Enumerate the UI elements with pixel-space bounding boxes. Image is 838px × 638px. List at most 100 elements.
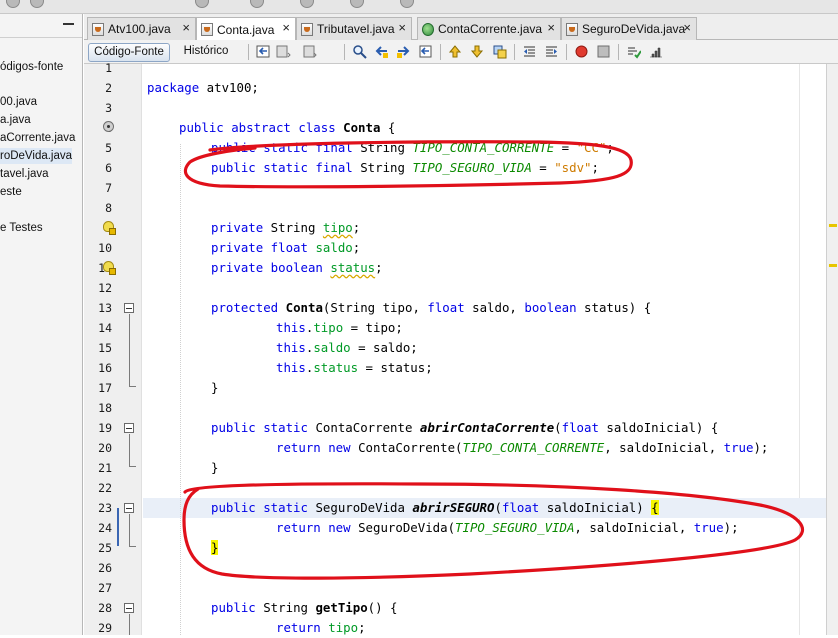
hint-bulb-icon[interactable] <box>103 221 116 235</box>
code-line-15: this.saldo = saldo; <box>276 340 418 355</box>
toolbar-button-icon[interactable] <box>6 0 20 8</box>
close-icon[interactable]: × <box>182 20 190 35</box>
tree-item-test-packages[interactable]: e Testes <box>0 220 43 236</box>
line-number: 12 <box>98 281 112 295</box>
line-number: 21 <box>98 461 112 475</box>
java-file-icon <box>301 22 313 36</box>
line-number: 26 <box>98 561 112 575</box>
tree-item-file-selected[interactable]: roDeVida.java <box>0 148 72 164</box>
shift-left-icon[interactable] <box>522 44 537 59</box>
line-chart-icon[interactable] <box>648 44 663 59</box>
code-line-24: return new SeguroDeVida(TIPO_SEGURO_VIDA… <box>276 520 739 535</box>
close-icon[interactable]: × <box>547 20 555 35</box>
toolbar-button-icon[interactable] <box>195 0 209 8</box>
toolbar-separator <box>618 44 619 60</box>
tree-item-file[interactable]: 00.java <box>0 94 37 110</box>
warning-mark[interactable] <box>829 264 837 267</box>
tree-item-file[interactable]: este <box>0 184 22 200</box>
project-panel-header <box>0 14 82 38</box>
code-editor[interactable]: package atv100; public abstract class Co… <box>143 64 826 635</box>
find-next-icon[interactable] <box>396 44 411 59</box>
code-line-16: this.status = status; <box>276 360 433 375</box>
tab-conta[interactable]: Conta.java × <box>196 17 296 41</box>
check-spelling-icon[interactable] <box>626 44 641 59</box>
toolbar-separator <box>566 44 567 60</box>
toolbar-button-icon[interactable] <box>400 0 414 8</box>
tab-label: SeguroDeVida.java <box>582 22 686 36</box>
toolbar-separator <box>440 44 441 60</box>
error-stripe[interactable] <box>826 64 838 635</box>
tab-tributavel[interactable]: Tributavel.java × <box>296 17 412 40</box>
fold-end <box>129 466 136 467</box>
fold-toggle-icon[interactable] <box>124 303 134 313</box>
right-margin-line <box>799 64 800 635</box>
history-view-button[interactable]: Histórico <box>176 43 236 62</box>
fold-toggle-icon[interactable] <box>124 503 134 513</box>
java-file-icon <box>201 23 213 36</box>
tree-item-file[interactable]: aCorrente.java <box>0 130 75 146</box>
line-number: 7 <box>105 181 112 195</box>
tab-label: ContaCorrente.java <box>438 22 543 36</box>
line-number-gutter: 1234567891011121314151617181920212223242… <box>84 61 142 635</box>
back-icon[interactable] <box>276 44 291 59</box>
line-number: 15 <box>98 341 112 355</box>
line-number: 2 <box>105 81 112 95</box>
toggle-highlight-icon[interactable] <box>418 44 433 59</box>
code-line-9: private String tipo; <box>211 220 361 235</box>
line-number: 1 <box>105 61 112 75</box>
tab-segurodevida[interactable]: SeguroDeVida.java × <box>561 17 697 40</box>
tree-item-source-packages[interactable]: ódigos-fonte <box>0 59 63 75</box>
tree-item-file[interactable]: tavel.java <box>0 166 49 182</box>
code-line-2: package atv100; <box>147 80 259 95</box>
shift-right-icon[interactable] <box>544 44 559 59</box>
toolbar-button-icon[interactable] <box>250 0 264 8</box>
override-icon[interactable] <box>103 121 114 132</box>
toolbar-button-icon[interactable] <box>30 0 44 8</box>
toggle-bookmark-icon[interactable] <box>492 44 507 59</box>
start-macro-icon[interactable] <box>574 44 589 59</box>
toolbar-button-icon[interactable] <box>300 0 314 8</box>
tab-contacorrente[interactable]: ContaCorrente.java × <box>417 17 561 40</box>
forward-icon[interactable] <box>302 44 317 59</box>
line-number: 27 <box>98 581 112 595</box>
close-icon[interactable]: × <box>398 20 406 35</box>
editor-tab-bar: Atv100.java × Conta.java × Tributavel.ja… <box>84 14 838 41</box>
toolbar-button-icon[interactable] <box>350 0 364 8</box>
java-file-icon <box>566 22 578 36</box>
next-bookmark-icon[interactable] <box>470 44 485 59</box>
fold-toggle-icon[interactable] <box>124 603 134 613</box>
code-line-29: return tipo; <box>276 620 366 635</box>
toolbar-separator <box>514 44 515 60</box>
last-edit-icon[interactable] <box>256 44 271 59</box>
tab-atv100[interactable]: Atv100.java × <box>87 17 196 40</box>
code-line-23: public static SeguroDeVida abrirSEGURO(f… <box>211 500 659 515</box>
line-number: 13 <box>98 301 112 315</box>
previous-bookmark-icon[interactable] <box>448 44 463 59</box>
line-number: 10 <box>98 241 112 255</box>
project-tree-panel: ódigos-fonte 00.java a.java aCorrente.ja… <box>0 14 83 635</box>
line-number: 6 <box>105 161 112 175</box>
change-marker <box>117 508 119 546</box>
hint-bulb-icon[interactable] <box>103 261 116 275</box>
stop-macro-icon[interactable] <box>596 44 611 59</box>
fold-end <box>129 386 136 387</box>
line-number: 22 <box>98 481 112 495</box>
code-line-21: } <box>211 460 219 475</box>
find-icon[interactable] <box>352 44 367 59</box>
fold-line <box>129 514 130 546</box>
code-line-10: private float saldo; <box>211 240 361 255</box>
toolbar-separator <box>344 44 345 60</box>
line-number: 20 <box>98 441 112 455</box>
tree-item-file[interactable]: a.java <box>0 112 31 128</box>
close-icon[interactable]: × <box>282 20 290 35</box>
minimize-icon[interactable] <box>63 23 74 25</box>
close-icon[interactable]: × <box>683 20 691 35</box>
fold-toggle-icon[interactable] <box>124 423 134 433</box>
code-line-4: public abstract class Conta { <box>179 120 396 135</box>
line-number: 23 <box>98 501 112 515</box>
line-number: 8 <box>105 201 112 215</box>
find-previous-icon[interactable] <box>374 44 389 59</box>
code-line-5: public static final String TIPO_CONTA_CO… <box>211 140 614 155</box>
java-file-icon <box>422 22 434 36</box>
warning-mark[interactable] <box>829 224 837 227</box>
